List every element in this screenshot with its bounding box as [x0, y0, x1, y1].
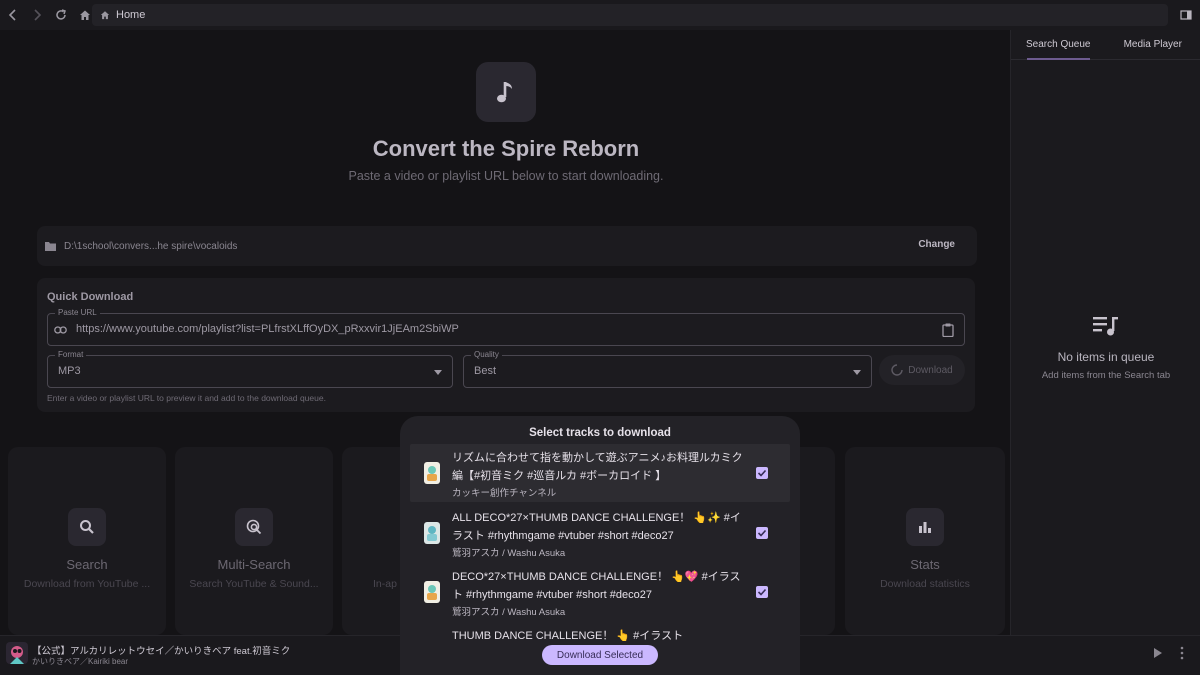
card-desc: Search YouTube & Sound...: [189, 578, 319, 590]
breadcrumb[interactable]: Home: [92, 4, 1168, 26]
url-value: https://www.youtube.com/playlist?list=PL…: [76, 323, 459, 335]
download-selected-button[interactable]: Download Selected: [542, 645, 658, 665]
card-desc: Download from YouTube ...: [23, 578, 151, 590]
url-hint: Enter a video or playlist URL to preview…: [47, 393, 326, 403]
more-vert-icon[interactable]: [1176, 646, 1188, 660]
card-desc: Download statistics: [880, 578, 970, 590]
output-folder-row: D:\1school\convers...he spire\vocaloids …: [37, 226, 977, 266]
dialog-title: Select tracks to download: [529, 427, 671, 439]
album-art: [6, 642, 28, 664]
search-icon: [68, 508, 106, 546]
track-artist: 鷲羽アスカ / Washu Asuka: [452, 607, 566, 618]
now-playing-artist: かいりきベア／Kairiki bear: [32, 657, 129, 666]
change-folder-button[interactable]: Change: [918, 239, 955, 250]
folder-path: D:\1school\convers...he spire\vocaloids: [64, 240, 238, 252]
page-title: Convert the Spire Reborn: [372, 136, 640, 161]
forward-button[interactable]: [26, 4, 48, 26]
tab-media-player[interactable]: Media Player: [1106, 30, 1200, 59]
chevron-right-icon: [34, 9, 42, 21]
check-icon: [757, 588, 767, 596]
track-thumbnail: [424, 581, 440, 603]
multi-search-icon: [235, 508, 273, 546]
refresh-button[interactable]: [50, 4, 72, 26]
link-icon: [54, 326, 67, 334]
track-title: リズムに合わせて指を動かして遊ぶアニメ♪お料理ルカミク編【#初音ミク #巡音ルカ…: [452, 452, 743, 482]
track-title: DECO*27×THUMB DANCE CHALLENGE！ 👆💖 #イラスト …: [452, 571, 741, 601]
download-label: Download: [908, 364, 953, 376]
track-title: THUMB DANCE CHALLENGE！ 👆 #イラスト: [452, 630, 684, 642]
chevron-left-icon: [8, 9, 16, 21]
check-icon: [757, 529, 767, 537]
clipboard-icon[interactable]: [942, 323, 954, 337]
track-item[interactable]: リズムに合わせて指を動かして遊ぶアニメ♪お料理ルカミク編【#初音ミク #巡音ルカ…: [410, 444, 790, 502]
home-icon: [80, 10, 90, 20]
music-note-icon: [497, 82, 512, 103]
bar-chart-icon: [906, 508, 944, 546]
format-select[interactable]: Format MP3: [47, 350, 453, 388]
quality-label: Quality: [471, 350, 502, 359]
check-icon: [757, 469, 767, 477]
page-subtitle: Paste a video or playlist URL below to s…: [348, 169, 664, 183]
multi-search-card[interactable]: Multi-Search Search YouTube & Sound...: [175, 447, 333, 635]
play-icon[interactable]: [1150, 646, 1164, 660]
track-checkbox[interactable]: [756, 467, 768, 479]
url-input[interactable]: Paste URL https://www.youtube.com/playli…: [47, 308, 965, 346]
url-label: Paste URL: [55, 308, 100, 317]
refresh-icon: [56, 9, 66, 20]
top-bar: Home: [0, 0, 1200, 30]
search-card[interactable]: Search Download from YouTube ...: [8, 447, 166, 635]
now-playing-title: 【公式】アルカリレットウセイ／かいりきベア feat.初音ミク: [32, 646, 291, 657]
track-checkbox[interactable]: [756, 527, 768, 539]
breadcrumb-label: Home: [116, 9, 146, 21]
card-title: Multi-Search: [217, 557, 291, 572]
queue-empty-state: No items in queue Add items from the Sea…: [1011, 315, 1200, 381]
folder-icon: [45, 242, 56, 251]
quick-download-panel: Quick Download Paste URL https://www.you…: [37, 278, 975, 412]
quality-select[interactable]: Quality Best: [463, 350, 872, 388]
stats-card[interactable]: Stats Download statistics: [845, 447, 1005, 635]
track-artist: 鷲羽アスカ / Washu Asuka: [452, 548, 566, 559]
track-thumbnail: [424, 462, 440, 484]
select-tracks-dialog: Select tracks to download リズムに合わせて指を動かして…: [400, 416, 800, 675]
format-label: Format: [55, 350, 87, 359]
track-item[interactable]: DECO*27×THUMB DANCE CHALLENGE！ 👆💖 #イラスト …: [410, 563, 790, 621]
queue-empty-subtitle: Add items from the Search tab: [1041, 370, 1171, 381]
track-artist: カッキー創作チャンネル: [452, 488, 557, 499]
caret-down-icon: [434, 370, 442, 375]
format-value: MP3: [58, 365, 81, 377]
card-title: Stats: [910, 557, 940, 572]
app-logo: [476, 62, 536, 122]
spinner-icon: [891, 364, 903, 376]
card-title: Search: [66, 557, 108, 572]
queue-music-icon: [1093, 317, 1118, 336]
track-title: ALL DECO*27×THUMB DANCE CHALLENGE！ 👆✨ #イ…: [452, 512, 741, 542]
right-panel: Search Queue Media Player No items in qu…: [1010, 30, 1200, 635]
track-item[interactable]: THUMB DANCE CHALLENGE！ 👆 #イラスト: [410, 622, 790, 642]
track-item[interactable]: ALL DECO*27×THUMB DANCE CHALLENGE！ 👆✨ #イ…: [410, 504, 790, 562]
back-button[interactable]: [2, 4, 24, 26]
quick-download-title: Quick Download: [47, 291, 134, 303]
caret-down-icon: [853, 370, 861, 375]
download-button[interactable]: Download: [879, 355, 965, 385]
track-checkbox[interactable]: [756, 586, 768, 598]
tab-search-queue[interactable]: Search Queue: [1011, 30, 1106, 60]
track-thumbnail: [424, 522, 440, 544]
right-panel-tabs: Search Queue Media Player: [1011, 30, 1200, 60]
queue-empty-title: No items in queue: [1057, 350, 1155, 364]
quality-value: Best: [474, 365, 497, 377]
panel-toggle-icon[interactable]: [1180, 9, 1192, 21]
home-icon: [100, 11, 110, 20]
